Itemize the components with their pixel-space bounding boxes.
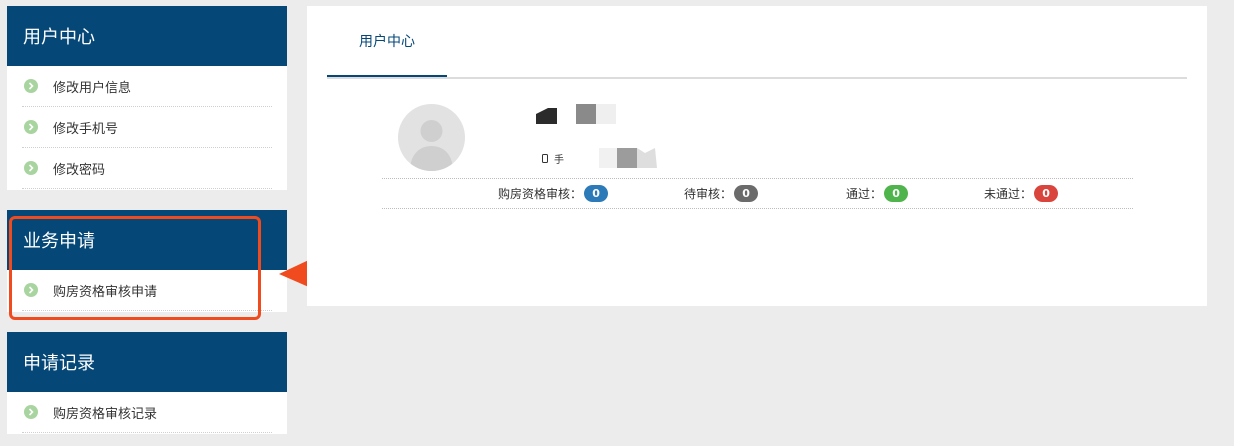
stats-row: 购房资格审核： 0 待审核： 0 通过： 0 未通过： 0 [382, 178, 1133, 209]
count-badge: 0 [884, 185, 909, 202]
main-panel: 用户中心 手 购房资格审核： 0 待审核： 0 通过： 0 未通过： 0 [307, 6, 1207, 306]
mobile-phone-icon [542, 153, 548, 163]
chevron-right-icon [24, 120, 38, 134]
menu-item-edit-profile[interactable]: 修改用户信息 [22, 66, 272, 107]
avatar [398, 104, 465, 171]
section-body: 购房资格审核记录 [7, 392, 287, 434]
phone-label: 手 [554, 154, 564, 166]
tab-bar: 用户中心 [327, 6, 1187, 79]
menu-item-label: 修改用户信息 [53, 80, 132, 96]
chevron-right-icon [24, 79, 38, 93]
section-body: 修改用户信息 修改手机号 修改密码 [7, 66, 287, 190]
chevron-right-icon [24, 161, 38, 175]
tab-user-center[interactable]: 用户中心 [327, 6, 447, 77]
username-redacted [536, 104, 616, 124]
stat-label: 购房资格审核： [498, 187, 583, 201]
menu-item-housing-qualification-records[interactable]: 购房资格审核记录 [22, 392, 272, 433]
stat-pending: 待审核： 0 [684, 179, 759, 208]
count-badge: 0 [584, 185, 609, 202]
tab-label: 用户中心 [359, 33, 415, 50]
section-title: 申请记录 [23, 353, 95, 374]
menu-item-label: 修改手机号 [53, 121, 119, 137]
count-badge: 0 [734, 185, 759, 202]
menu-item-label: 购房资格审核记录 [53, 406, 158, 422]
stat-label: 待审核： [684, 187, 733, 201]
menu-item-label: 修改密码 [53, 162, 106, 178]
user-silhouette-icon [410, 120, 453, 171]
phone-row: 手 [542, 148, 659, 168]
count-badge: 0 [1034, 185, 1059, 202]
stat-label: 未通过： [984, 187, 1033, 201]
stat-rejected: 未通过： 0 [984, 179, 1059, 208]
menu-item-change-password[interactable]: 修改密码 [22, 148, 272, 189]
section-title: 用户中心 [23, 27, 95, 48]
menu-item-change-phone[interactable]: 修改手机号 [22, 107, 272, 148]
phone-redacted [599, 148, 657, 168]
stat-housing-qualification: 购房资格审核： 0 [498, 179, 609, 208]
chevron-right-icon [24, 405, 38, 419]
redaction-mask [536, 104, 616, 124]
section-header-user-center: 用户中心 [7, 6, 287, 66]
stat-approved: 通过： 0 [846, 179, 909, 208]
section-header-application-records: 申请记录 [7, 332, 287, 392]
annotation-highlight-box [9, 216, 261, 320]
stat-label: 通过： [846, 187, 883, 201]
